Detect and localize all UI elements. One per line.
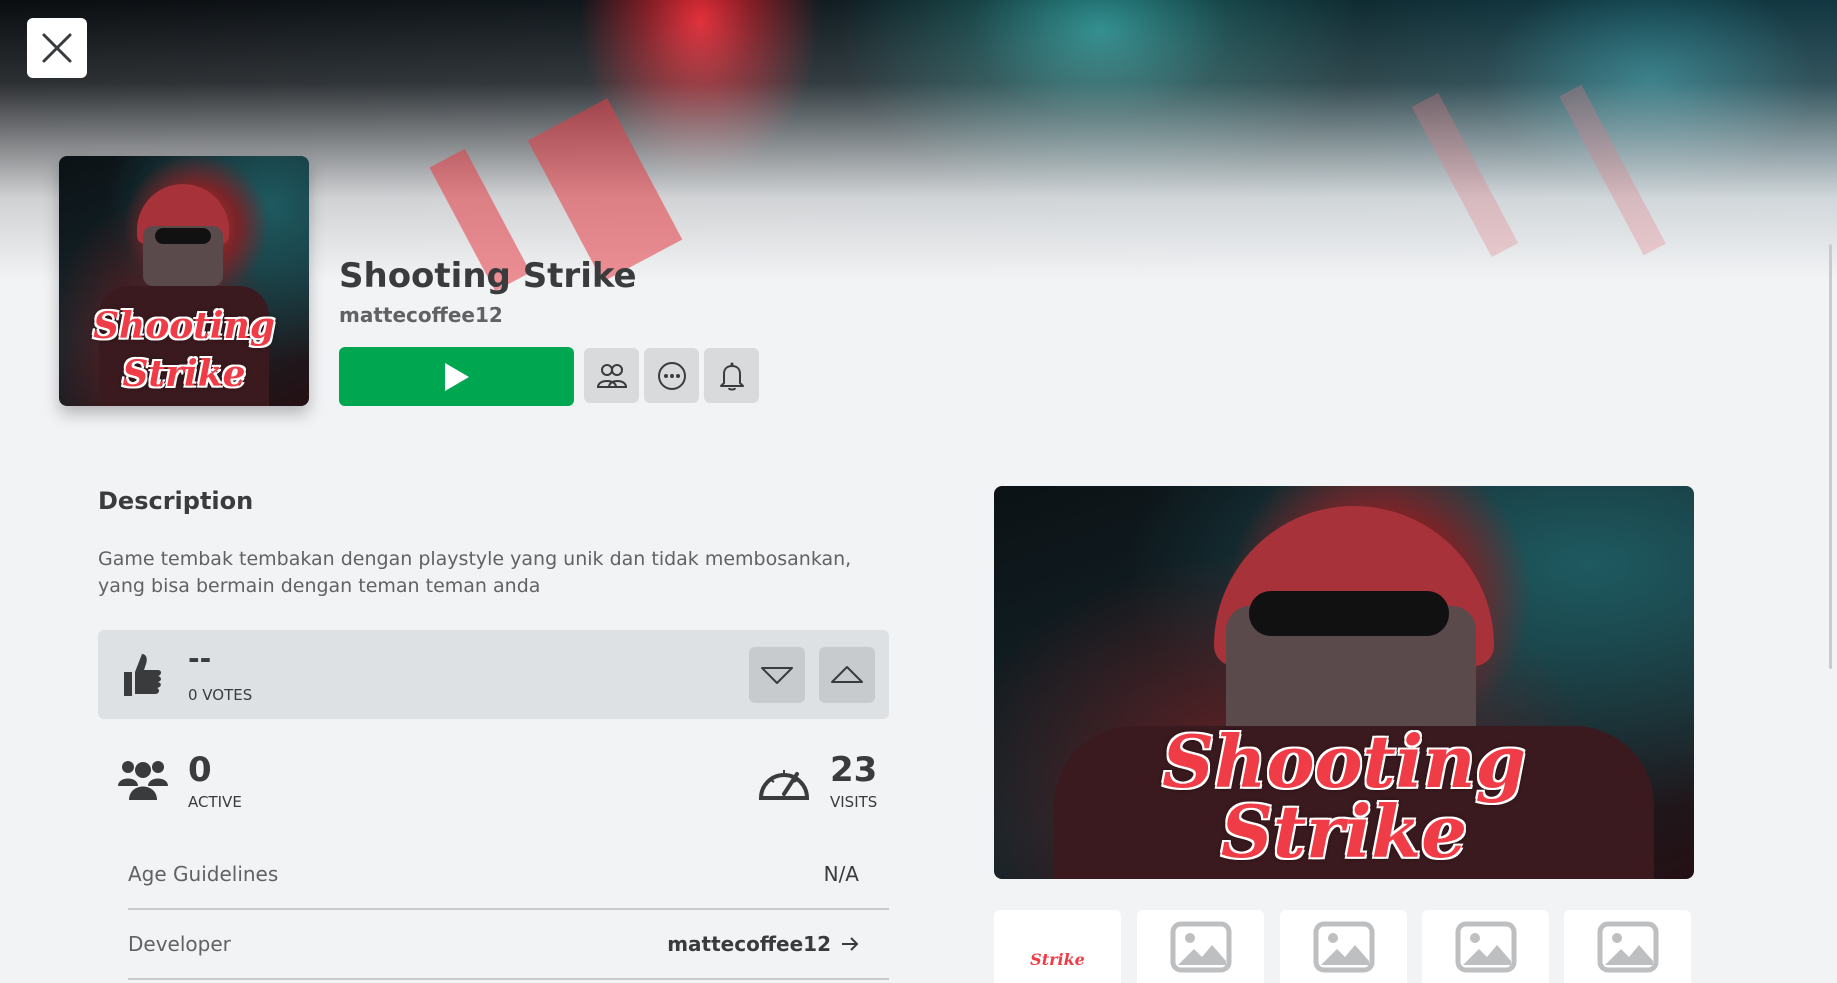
more-options-button[interactable]: [644, 348, 699, 403]
media-thumbnail[interactable]: [1422, 910, 1549, 983]
people-icon: [596, 363, 627, 388]
game-details-page: Shooting Strike Shooting Strike mattecof…: [0, 0, 1837, 983]
chevron-up-icon: [831, 666, 863, 683]
close-button[interactable]: [27, 18, 87, 78]
arrow-right-icon: [842, 937, 859, 951]
age-guidelines-value: N/A: [823, 862, 859, 886]
game-title: Shooting Strike: [339, 256, 637, 296]
developer-name[interactable]: mattecoffee12: [667, 932, 831, 956]
play-icon: [444, 362, 469, 391]
visits-count: 23: [830, 750, 878, 790]
icon-art-title-line2: Strike: [122, 353, 246, 395]
media-thumbnail[interactable]: [1564, 910, 1691, 983]
downvote-button[interactable]: [749, 647, 805, 703]
notify-button[interactable]: [704, 348, 759, 403]
active-count: 0: [188, 750, 212, 790]
developer-link[interactable]: mattecoffee12: [667, 932, 859, 956]
image-placeholder-icon: [1455, 921, 1516, 972]
chevron-down-icon: [761, 667, 793, 684]
upvote-button[interactable]: [819, 647, 875, 703]
players-icon: [118, 761, 168, 800]
vote-panel: -- 0 VOTES: [98, 630, 889, 719]
active-label: ACTIVE: [188, 793, 242, 811]
scrollbar[interactable]: [1829, 244, 1832, 669]
age-guidelines-label: Age Guidelines: [128, 862, 279, 886]
media-art-title-line2: Strike: [1220, 789, 1468, 874]
description-heading: Description: [98, 487, 254, 515]
description-text: Game tembak tembakan dengan playstyle ya…: [98, 548, 852, 597]
icon-art-title-line1: Shooting: [93, 305, 275, 347]
close-icon: [42, 33, 72, 63]
media-thumbnail[interactable]: [1280, 910, 1407, 983]
media-thumbnail[interactable]: [1137, 910, 1264, 983]
play-button[interactable]: [339, 347, 574, 406]
vote-count-label: 0 VOTES: [188, 686, 253, 704]
developer-row[interactable]: Developer mattecoffee12: [128, 910, 889, 980]
image-placeholder-icon: [1597, 921, 1658, 972]
developer-label: Developer: [128, 932, 231, 956]
age-guidelines-row: Age Guidelines N/A: [128, 840, 889, 910]
thumbs-up-icon: [124, 654, 161, 696]
bell-icon: [719, 362, 744, 390]
media-art-title-line1: Shooting: [1162, 719, 1526, 804]
visits-label: VISITS: [830, 793, 878, 811]
game-icon: Shooting Strike: [59, 156, 309, 406]
image-placeholder-icon: [1313, 921, 1374, 972]
more-icon: [657, 361, 686, 390]
speedometer-icon: [758, 770, 810, 800]
vote-percentage: --: [188, 642, 212, 675]
party-button[interactable]: [584, 348, 639, 403]
media-preview[interactable]: Shooting Strike: [994, 486, 1694, 879]
thumb-art-title: Strike: [1030, 950, 1085, 969]
media-thumbnail[interactable]: Strike: [994, 910, 1121, 983]
creator-name[interactable]: mattecoffee12: [339, 303, 503, 327]
image-placeholder-icon: [1170, 921, 1231, 972]
